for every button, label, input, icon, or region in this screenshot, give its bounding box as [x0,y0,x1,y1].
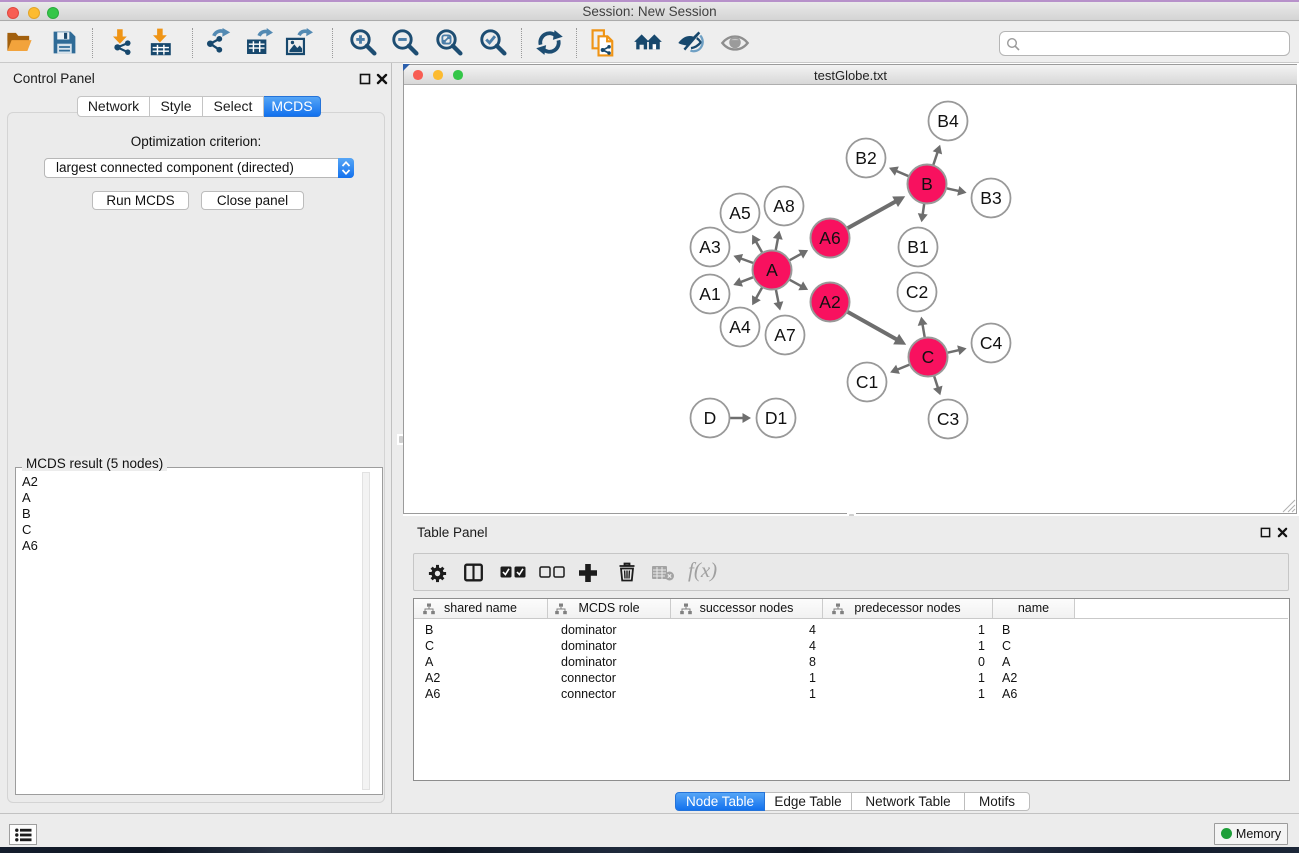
svg-text:A8: A8 [773,196,794,216]
svg-text:C: C [922,347,935,367]
svg-text:C2: C2 [906,282,928,302]
svg-text:A7: A7 [774,325,795,345]
svg-text:A3: A3 [699,237,720,257]
svg-text:C3: C3 [937,409,959,429]
svg-text:B2: B2 [855,148,876,168]
svg-text:C4: C4 [980,333,1003,353]
svg-text:D1: D1 [765,408,787,428]
svg-text:C1: C1 [856,372,878,392]
svg-text:A6: A6 [819,228,840,248]
svg-text:A1: A1 [699,284,720,304]
svg-text:A: A [766,260,778,280]
svg-text:B1: B1 [907,237,928,257]
svg-text:A2: A2 [819,292,840,312]
svg-text:B: B [921,174,933,194]
svg-text:A4: A4 [729,317,751,337]
svg-text:A5: A5 [729,203,750,223]
svg-text:B4: B4 [937,111,959,131]
svg-text:B3: B3 [980,188,1001,208]
svg-text:D: D [704,408,717,428]
